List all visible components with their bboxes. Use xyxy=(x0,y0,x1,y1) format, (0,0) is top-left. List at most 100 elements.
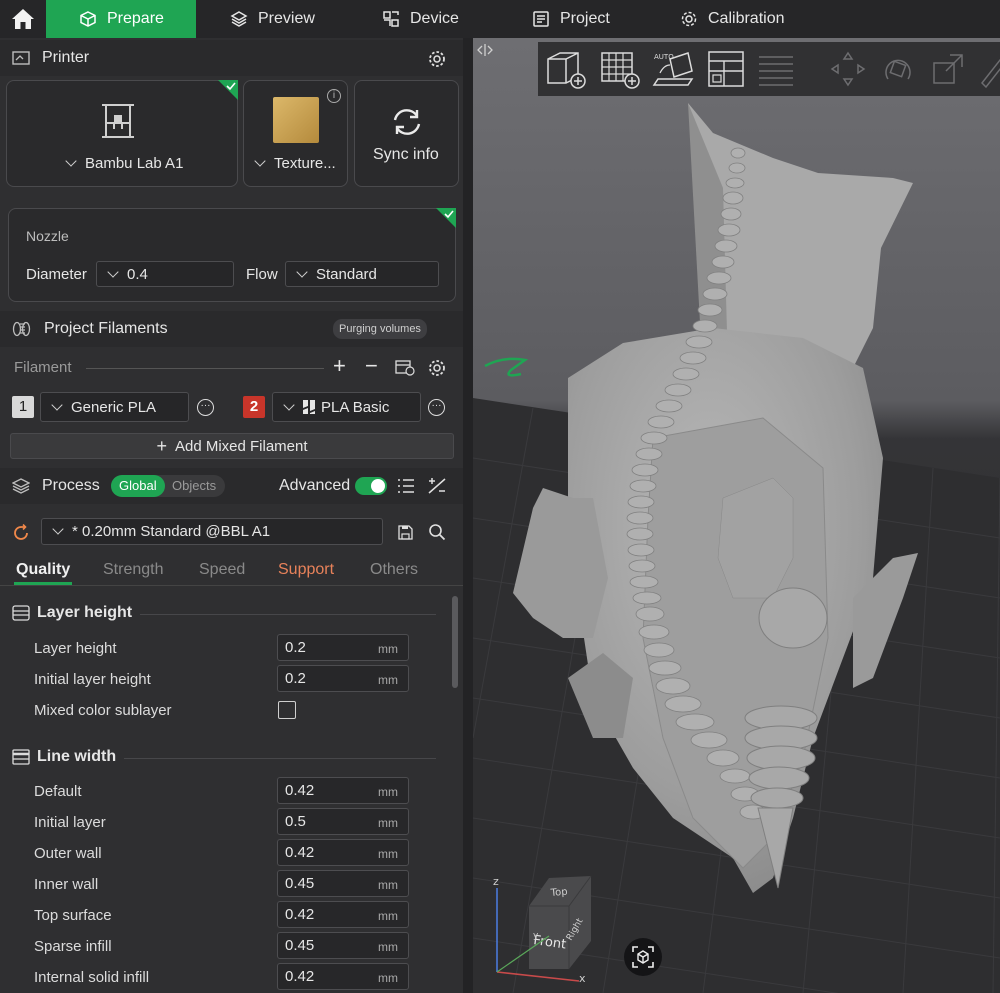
arrange-icon xyxy=(708,51,744,87)
initial-layer-height-input[interactable]: 0.2 mm xyxy=(277,665,409,692)
global-objects-toggle[interactable]: Global Objects xyxy=(111,475,225,497)
tab-support[interactable]: Support xyxy=(278,561,334,579)
layer-height-label: Layer height xyxy=(34,640,117,657)
remove-filament-button[interactable]: − xyxy=(365,353,378,379)
objects-option[interactable]: Objects xyxy=(172,475,216,497)
purging-volumes-button[interactable]: Purging volumes xyxy=(333,319,427,339)
filaments-title: Project Filaments xyxy=(44,320,168,337)
settings-scrollbar[interactable] xyxy=(452,596,458,688)
filament-2-name: PLA Basic xyxy=(321,398,390,416)
printer-select-card[interactable]: Bambu Lab A1 xyxy=(6,80,238,187)
line-width-inner-wall-input[interactable]: 0.45 mm xyxy=(277,870,409,897)
tab-prepare[interactable]: Prepare xyxy=(46,0,196,38)
gear-icon[interactable] xyxy=(428,50,446,68)
line-width-initial-layer-input[interactable]: 0.5 mm xyxy=(277,808,409,835)
tab-speed[interactable]: Speed xyxy=(199,561,245,579)
save-icon[interactable] xyxy=(398,525,413,540)
initial-layer-height-label: Initial layer height xyxy=(34,671,151,688)
add-plate-icon xyxy=(601,52,640,89)
scale-tool-button[interactable] xyxy=(928,47,968,91)
mixed-sublayer-checkbox[interactable] xyxy=(278,701,296,719)
panel-splitter[interactable] xyxy=(463,38,473,993)
auto-orient-button[interactable]: AUTO xyxy=(652,47,696,91)
tab-strength[interactable]: Strength xyxy=(103,561,163,579)
advanced-toggle[interactable] xyxy=(355,477,387,495)
line-width-default-label: Default xyxy=(34,783,82,800)
add-object-button[interactable] xyxy=(544,47,588,91)
process-title: Process xyxy=(42,477,100,494)
move-tool-button[interactable] xyxy=(828,47,868,91)
device-icon xyxy=(383,11,399,27)
global-option[interactable]: Global xyxy=(111,475,165,497)
home-button[interactable] xyxy=(0,0,46,38)
info-icon[interactable]: i xyxy=(327,89,341,103)
layers-icon xyxy=(230,11,248,27)
collapse-sidebar-button[interactable] xyxy=(473,38,497,62)
tab-calibration[interactable]: Calibration xyxy=(646,0,816,38)
line-width-top-surface-input[interactable]: 0.42 mm xyxy=(277,901,409,928)
filament-2-select[interactable]: PLA Basic xyxy=(272,392,421,422)
plate-select-card[interactable]: i Texture... xyxy=(243,80,348,187)
sync-info-button[interactable]: Sync info xyxy=(354,80,459,187)
list-icon[interactable] xyxy=(397,478,415,494)
view-reset-button[interactable] xyxy=(624,938,662,976)
diameter-select[interactable]: 0.4 xyxy=(96,261,234,287)
filament-spool-icon xyxy=(12,321,31,337)
chevron-down-icon xyxy=(296,265,308,278)
nozzle-card: Nozzle Diameter 0.4 Flow Standard xyxy=(8,208,456,302)
line-width-outer-wall-input[interactable]: 0.42 mm xyxy=(277,839,409,866)
tab-project[interactable]: Project xyxy=(496,0,646,38)
filament-1-color-badge[interactable]: 1 xyxy=(12,396,34,418)
search-icon[interactable] xyxy=(428,523,446,541)
printer-title: Printer xyxy=(42,49,90,66)
chevron-down-icon xyxy=(51,398,63,411)
filament-2-more-icon[interactable]: ··· xyxy=(428,399,445,416)
line-width-default-input[interactable]: 0.42 mm xyxy=(277,777,409,804)
3d-viewport[interactable]: AUTO Top Front Right z x y xyxy=(473,38,1000,993)
top-navigation-bar: Prepare Preview Device Project Calibrati… xyxy=(0,0,1000,38)
viewport-toolbar: AUTO xyxy=(538,42,1000,96)
flow-select[interactable]: Standard xyxy=(285,261,439,287)
chevron-down-icon xyxy=(65,155,77,167)
printer-section-header: Printer xyxy=(0,40,463,76)
add-mixed-filament-button[interactable]: + Add Mixed Filament xyxy=(10,433,454,459)
tab-label: Project xyxy=(560,10,610,27)
orientation-cube[interactable]: Top Front Right z x y xyxy=(491,866,621,988)
axis-y-label: y xyxy=(533,931,539,941)
process-tabs: Quality Strength Speed Support Others xyxy=(0,554,463,586)
auto-orient-icon: AUTO xyxy=(652,52,694,86)
process-preset-select[interactable]: * 0.20mm Standard @BBL A1 xyxy=(41,518,383,545)
rotate-tool-button[interactable] xyxy=(878,47,918,91)
chevron-down-icon xyxy=(254,155,266,167)
layers-toggle-button[interactable] xyxy=(756,47,796,91)
line-width-group-title: Line width xyxy=(12,748,116,766)
scale-icon xyxy=(933,54,963,84)
cut-tool-button[interactable] xyxy=(978,47,1000,91)
compare-icon[interactable] xyxy=(428,478,446,494)
tab-others[interactable]: Others xyxy=(370,561,418,579)
filament-1-select[interactable]: Generic PLA xyxy=(40,392,189,422)
reset-icon[interactable] xyxy=(12,524,30,542)
tab-preview[interactable]: Preview xyxy=(196,0,346,38)
axis-x-label: x xyxy=(579,972,586,985)
layer-height-input[interactable]: 0.2 mm xyxy=(277,634,409,661)
plate-dropdown[interactable]: Texture... xyxy=(252,155,336,172)
line-width-initial-layer-label: Initial layer xyxy=(34,814,106,831)
printer-dropdown[interactable]: Bambu Lab A1 xyxy=(63,155,183,172)
arrange-button[interactable] xyxy=(706,47,746,91)
add-plate-button[interactable] xyxy=(598,47,642,91)
filament-1-more-icon[interactable]: ··· xyxy=(197,399,214,416)
bambu-logo-icon xyxy=(303,400,315,414)
filament-sync-icon[interactable] xyxy=(395,358,415,376)
plus-icon: + xyxy=(156,435,167,456)
tab-device[interactable]: Device xyxy=(346,0,496,38)
add-filament-button[interactable]: + xyxy=(333,353,346,379)
filament-2-color-badge[interactable]: 2 xyxy=(243,396,265,418)
line-width-icon xyxy=(12,749,30,765)
tab-quality[interactable]: Quality xyxy=(16,561,70,579)
build-plate-scene xyxy=(473,38,1000,993)
gear-icon[interactable] xyxy=(428,359,446,377)
printer-name: Bambu Lab A1 xyxy=(85,155,184,172)
line-width-internal-solid-infill-input[interactable]: 0.42 mm xyxy=(277,963,409,990)
line-width-sparse-infill-input[interactable]: 0.45 mm xyxy=(277,932,409,959)
